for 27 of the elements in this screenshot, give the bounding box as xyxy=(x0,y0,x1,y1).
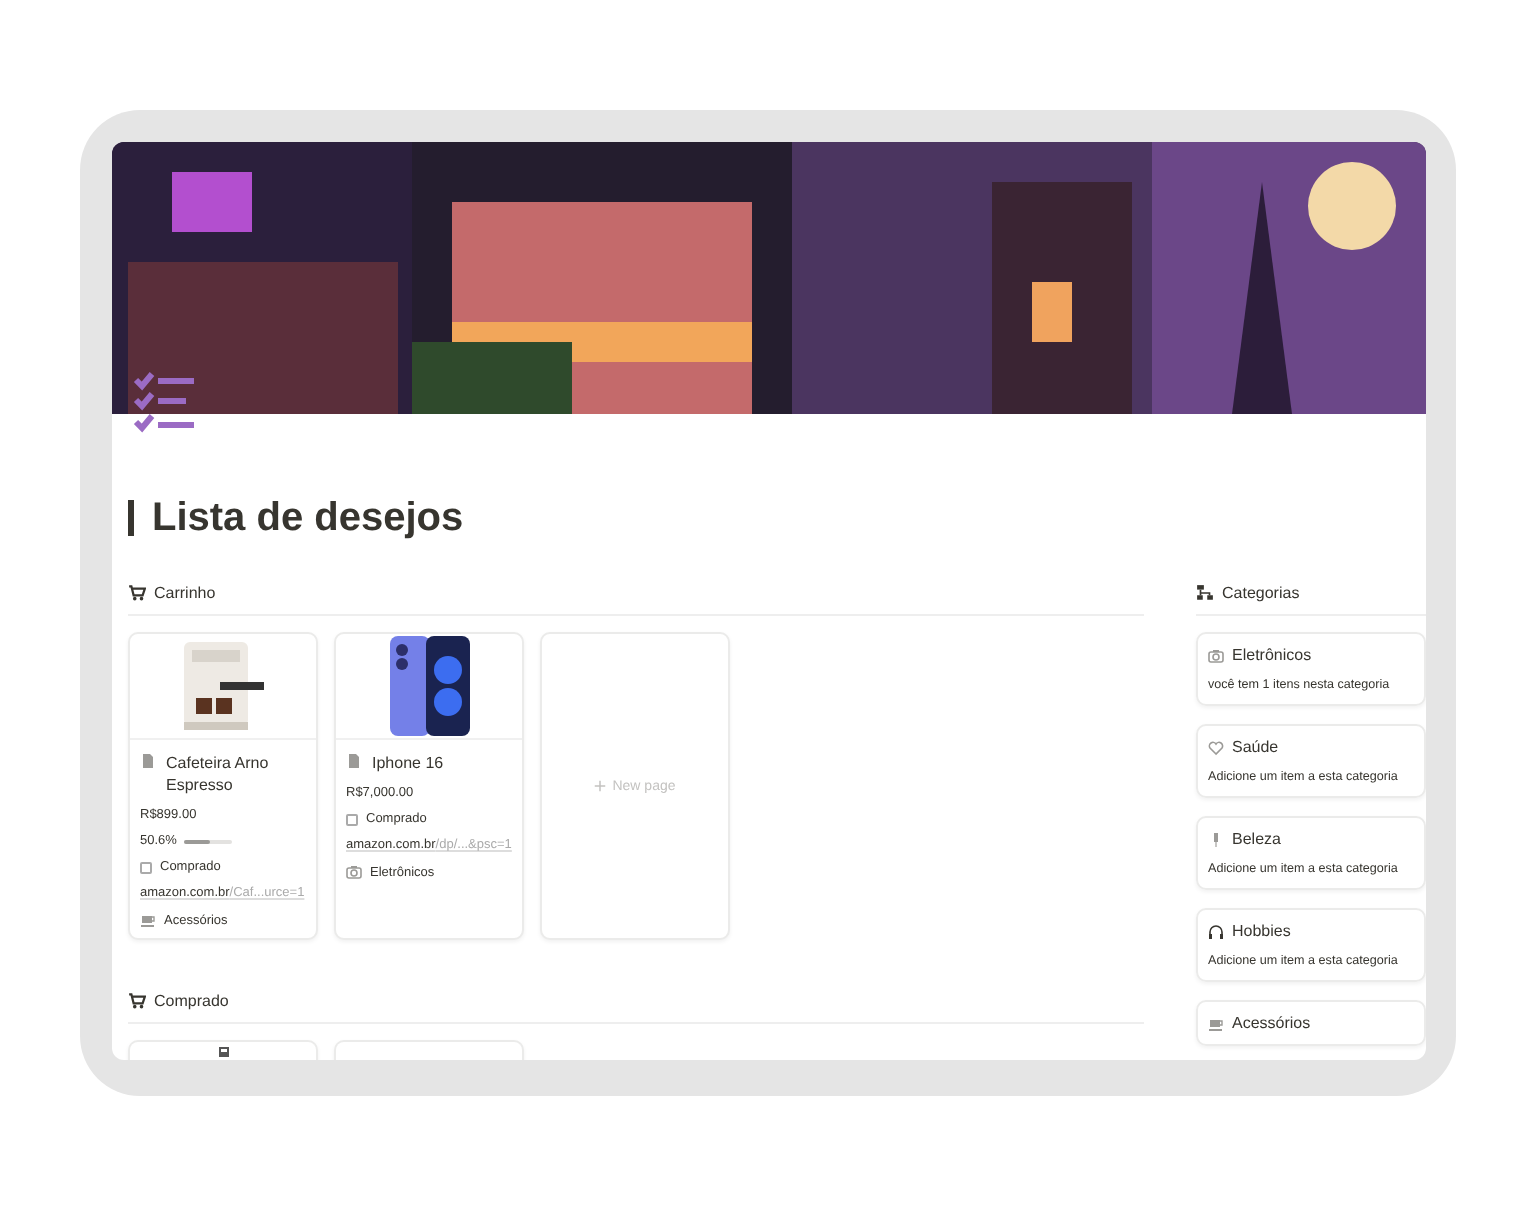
cart-icon xyxy=(128,583,146,601)
hierarchy-icon xyxy=(1196,583,1214,601)
section-title: Categorias xyxy=(1222,583,1300,601)
camera-icon xyxy=(346,864,362,880)
section-title: Carrinho xyxy=(154,583,216,601)
category-name: Eletrônicos xyxy=(1232,646,1312,664)
headphones-icon xyxy=(1208,923,1224,939)
category-name: Beleza xyxy=(1232,830,1281,848)
document-icon xyxy=(140,752,156,770)
product-name: Cafeteira Arno Espresso xyxy=(166,752,271,796)
checklist-icon xyxy=(132,370,200,438)
document-icon xyxy=(346,752,362,770)
section-title: Comprado xyxy=(154,991,229,1009)
cart-icon xyxy=(128,991,146,1009)
product-card[interactable] xyxy=(128,1040,318,1060)
camera-icon xyxy=(1208,647,1224,663)
category-name: Acessórios xyxy=(1232,1014,1311,1032)
product-name: Iphone 16 xyxy=(372,752,444,774)
brush-icon xyxy=(1208,831,1224,847)
category-name: Saúde xyxy=(1232,738,1279,756)
category-name: Hobbies xyxy=(1232,922,1291,940)
plus-icon xyxy=(594,780,607,792)
page-title: Lista de desejos xyxy=(152,494,464,542)
category-card[interactable]: Acessórios xyxy=(1196,1000,1426,1046)
checkbox[interactable] xyxy=(346,813,358,825)
heart-icon xyxy=(1208,739,1224,755)
checkbox[interactable] xyxy=(140,861,152,873)
